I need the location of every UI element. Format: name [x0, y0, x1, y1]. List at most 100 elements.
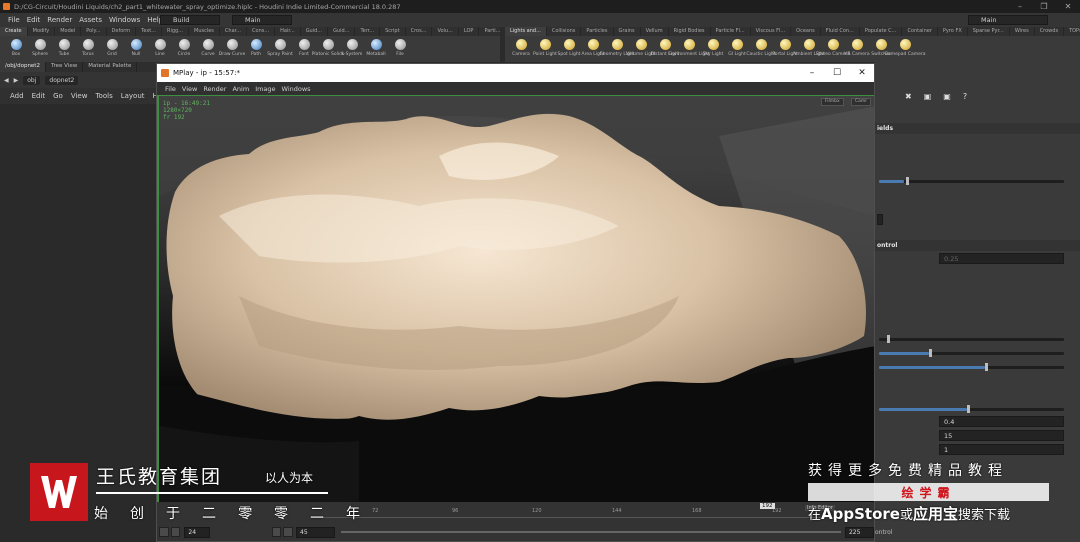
- minimize-icon[interactable]: –: [1008, 0, 1032, 13]
- mplay-menu-view[interactable]: View: [182, 85, 197, 93]
- maximize-icon[interactable]: ❐: [1032, 0, 1056, 13]
- shelf-tool-distant-light[interactable]: Distant Light: [651, 36, 679, 62]
- shelf-tool-path[interactable]: Path: [244, 36, 268, 62]
- shelf-tab-vellum[interactable]: Vellum: [641, 27, 669, 36]
- shelf-tool-curve[interactable]: Curve: [196, 36, 220, 62]
- shelf-tab-pyro-fx[interactable]: Pyro FX: [938, 27, 968, 36]
- param-field-025[interactable]: 0.25: [939, 253, 1064, 264]
- mplay-menu-anim[interactable]: Anim: [232, 85, 249, 93]
- tab-dopnet[interactable]: /obj/dopnet2: [0, 62, 46, 72]
- mplay-maximize-icon[interactable]: ☐: [825, 64, 849, 82]
- param-field-1[interactable]: 1: [939, 444, 1064, 455]
- shelf-tool-sphere[interactable]: Sphere: [28, 36, 52, 62]
- shelf-tool-file[interactable]: File: [388, 36, 412, 62]
- shelf-tab-rigg[interactable]: Rigg...: [162, 27, 189, 36]
- shelf-tab-viscous-fl[interactable]: Viscous Fl...: [751, 27, 792, 36]
- range-track[interactable]: [340, 531, 841, 533]
- shelf-tab-char[interactable]: Char...: [220, 27, 248, 36]
- info-icon[interactable]: ▣: [924, 92, 932, 101]
- shelf-tab-tops[interactable]: TOPs: [1064, 27, 1080, 36]
- shelf-tool-null[interactable]: Null: [124, 36, 148, 62]
- range-back-icon[interactable]: [283, 527, 294, 537]
- shelf-tab-particles[interactable]: Particles: [581, 27, 614, 36]
- viewport-filmbox-select[interactable]: Filmbx: [821, 98, 844, 106]
- net-menu-edit[interactable]: Edit: [32, 92, 46, 100]
- shelf-tool-spot-light[interactable]: Spot Light: [557, 36, 581, 62]
- shelf-tab-oceans[interactable]: Oceans: [791, 27, 821, 36]
- shelf-tab-lights-and[interactable]: Lights and...: [505, 27, 547, 36]
- shelf-tool-platonic-solids[interactable]: Platonic Solids: [312, 36, 344, 62]
- shelf-tab-hair[interactable]: Hair...: [275, 27, 301, 36]
- range-end-field[interactable]: 225: [844, 526, 875, 538]
- shelf-tab-lop[interactable]: LOP: [459, 27, 480, 36]
- right-desktop-select[interactable]: Main: [968, 15, 1048, 25]
- shelf-tool-line[interactable]: Line: [148, 36, 172, 62]
- shelf-tool-box[interactable]: Box: [4, 36, 28, 62]
- net-menu-layout[interactable]: Layout: [121, 92, 145, 100]
- shelf-tool-switcher[interactable]: Switcher: [869, 36, 893, 62]
- lock-icon[interactable]: ▣: [943, 92, 951, 101]
- param-slider-2[interactable]: [879, 335, 1064, 343]
- menu-windows[interactable]: Windows: [109, 16, 140, 24]
- shelf-tool-environment-light[interactable]: Environment Light: [668, 36, 710, 62]
- param-slider-1[interactable]: [879, 177, 1064, 185]
- mplay-close-icon[interactable]: ✕: [850, 64, 874, 82]
- shelf-tool-vr-camera[interactable]: VR Camera: [844, 36, 870, 62]
- shelf-tool-ambient-light[interactable]: Ambient Light: [793, 36, 825, 62]
- shelf-tab-guid[interactable]: Guid...: [328, 27, 356, 36]
- range-start-field[interactable]: 45: [296, 526, 335, 538]
- viewport-camera-select[interactable]: Camr: [851, 98, 872, 106]
- shelf-tab-particle-fl[interactable]: Particle Fl...: [711, 27, 751, 36]
- shelf-tab-crowds[interactable]: Crowds: [1035, 27, 1065, 36]
- shelf-tool-spray-paint[interactable]: Spray Paint: [267, 36, 293, 62]
- param-slider-4[interactable]: [879, 363, 1064, 371]
- net-menu-go[interactable]: Go: [53, 92, 63, 100]
- shelf-tab-populate-c[interactable]: Populate C...: [860, 27, 903, 36]
- forward-arrow-icon[interactable]: ▶: [14, 77, 19, 84]
- shelf-tab-parti[interactable]: Parti...: [479, 27, 507, 36]
- shelf-tool-circle[interactable]: Circle: [172, 36, 196, 62]
- mplay-menu-render[interactable]: Render: [203, 85, 226, 93]
- shelf-tab-terr[interactable]: Terr...: [355, 27, 381, 36]
- fps-field[interactable]: 24: [184, 526, 210, 538]
- param-slider-3[interactable]: [879, 349, 1064, 357]
- shelf-tab-cros[interactable]: Cros...: [406, 27, 433, 36]
- shelf-tab-container[interactable]: Container: [902, 27, 938, 36]
- shelf-tab-sparse-pyr[interactable]: Sparse Pyr...: [968, 27, 1010, 36]
- shelf-tab-deform[interactable]: Deform: [107, 27, 137, 36]
- tab-material-palette[interactable]: Material Palette: [83, 62, 138, 72]
- shelf-tool-caustic-light[interactable]: Caustic Light: [746, 36, 776, 62]
- mplay-menu-windows[interactable]: Windows: [282, 85, 311, 93]
- shelf-tool-draw-curve[interactable]: Draw Curve: [219, 36, 245, 62]
- shelf-tab-grains[interactable]: Grains: [614, 27, 641, 36]
- net-menu-view[interactable]: View: [71, 92, 88, 100]
- mplay-render-viewport[interactable]: ip - 16:49:21 1280×720 fr 192 Filmbx Cam…: [157, 95, 874, 502]
- shelf-tab-modify[interactable]: Modify: [28, 27, 56, 36]
- mplay-menu-image[interactable]: Image: [255, 85, 275, 93]
- menu-assets[interactable]: Assets: [79, 16, 102, 24]
- shelf-tab-create[interactable]: Create: [0, 27, 28, 36]
- loop-toggle-icon[interactable]: [159, 527, 169, 537]
- back-arrow-icon[interactable]: ◀: [4, 77, 9, 84]
- main-desktop-select[interactable]: Main: [232, 15, 292, 25]
- net-menu-tools[interactable]: Tools: [95, 92, 112, 100]
- param-field-04[interactable]: 0.4: [939, 416, 1064, 427]
- realtime-toggle-icon[interactable]: [170, 527, 181, 537]
- net-menu-add[interactable]: Add: [10, 92, 24, 100]
- crumb-obj[interactable]: obj: [23, 75, 41, 85]
- build-desktop-select[interactable]: Build: [160, 15, 220, 25]
- wrench-icon[interactable]: ✖: [905, 92, 912, 101]
- shelf-tab-poly[interactable]: Poly...: [81, 27, 107, 36]
- mplay-minimize-icon[interactable]: –: [800, 64, 824, 82]
- shelf-tab-cons[interactable]: Cons...: [247, 27, 276, 36]
- shelf-tool-area-light[interactable]: Area Light: [581, 36, 605, 62]
- shelf-tool-sky-light[interactable]: Sky Light: [701, 36, 725, 62]
- menu-render[interactable]: Render: [47, 16, 72, 24]
- mplay-menu-file[interactable]: File: [165, 85, 176, 93]
- shelf-tool-portal-light[interactable]: Portal Light: [772, 36, 798, 62]
- shelf-tool-font[interactable]: Font: [292, 36, 316, 62]
- shelf-tab-fluid-con[interactable]: Fluid Con...: [821, 27, 860, 36]
- current-frame-marker[interactable]: 192: [760, 503, 775, 509]
- menu-file[interactable]: File: [8, 16, 20, 24]
- shelf-tool-metaball[interactable]: Metaball: [364, 36, 388, 62]
